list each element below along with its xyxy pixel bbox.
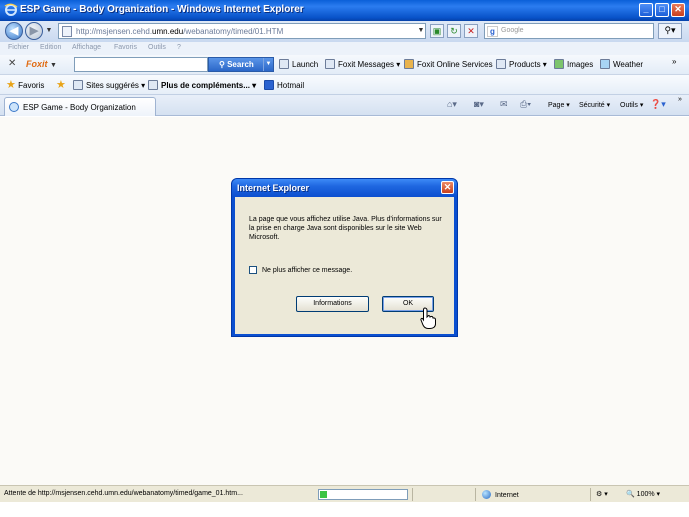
- stop-icon[interactable]: ✕: [464, 24, 478, 38]
- print-icon[interactable]: ⎙▾: [520, 99, 531, 110]
- maximize-button[interactable]: □: [655, 3, 669, 17]
- menu-help[interactable]: ?: [177, 44, 181, 51]
- internet-explorer-icon: [4, 3, 18, 16]
- tab-label: ESP Game - Body Organization: [23, 103, 136, 112]
- launch-button[interactable]: Launch: [279, 59, 318, 69]
- zoom-level[interactable]: 🔍 100% ▾: [626, 490, 660, 498]
- foxit-toolbar: ✕ Foxit ▼ ⚲ Search ▼ Launch Foxit Messag…: [0, 55, 689, 75]
- home-icon[interactable]: ⌂▾: [447, 99, 457, 110]
- page-menu[interactable]: Page ▾: [548, 101, 570, 109]
- hotmail-button[interactable]: Hotmail: [264, 80, 304, 90]
- foxit-online-services-button[interactable]: Foxit Online Services: [404, 59, 493, 69]
- address-toolbar: ◀ ▶ ▼ http://msjensen.cehd.umn.edu/weban…: [0, 21, 689, 42]
- tab-bar: ESP Game - Body Organization ⌂▾ ◙▾ ✉ ⎙▾ …: [0, 95, 689, 116]
- dont-show-checkbox[interactable]: [249, 266, 257, 274]
- status-text: Attente de http://msjensen.cehd.umn.edu/…: [4, 490, 243, 497]
- forward-button[interactable]: ▶: [25, 22, 43, 40]
- address-dropdown-icon[interactable]: ▼: [416, 24, 426, 38]
- close-window-button[interactable]: ✕: [671, 3, 685, 17]
- images-icon: [554, 59, 564, 69]
- window-title: ESP Game - Body Organization - Windows I…: [20, 4, 304, 15]
- feeds-icon[interactable]: ◙▾: [474, 99, 484, 110]
- online-services-icon: [404, 59, 414, 69]
- hand-cursor-icon: [420, 307, 436, 329]
- weather-icon: [600, 59, 610, 69]
- page-load-progress: [318, 489, 408, 500]
- favorites-star-icon: ★: [6, 79, 16, 91]
- dont-show-label: Ne plus afficher ce message.: [262, 267, 353, 274]
- dialog-titlebar: Internet Explorer ✕: [232, 179, 457, 197]
- foxit-messages-button[interactable]: Foxit Messages ▾: [325, 59, 400, 69]
- menu-outils[interactable]: Outils: [148, 44, 166, 51]
- favorites-button[interactable]: ★ Favoris: [6, 78, 44, 91]
- security-menu[interactable]: Sécurité ▾: [579, 101, 610, 109]
- search-placeholder: Google: [501, 27, 524, 34]
- dialog-title: Internet Explorer: [237, 183, 310, 193]
- globe-icon: [482, 490, 491, 499]
- mail-icon[interactable]: ✉: [500, 99, 508, 110]
- tab-esp-game[interactable]: ESP Game - Body Organization: [4, 97, 156, 116]
- refresh-icon[interactable]: ↻: [447, 24, 461, 38]
- address-bar[interactable]: http://msjensen.cehd.umn.edu/webanatomy/…: [58, 23, 426, 39]
- menu-favoris[interactable]: Favoris: [114, 44, 137, 51]
- status-divider: [590, 488, 591, 501]
- toolbar-overflow-icon[interactable]: »: [672, 57, 676, 66]
- progress-fill: [320, 491, 327, 498]
- compatibility-icon[interactable]: ▣: [430, 24, 444, 38]
- minimize-button[interactable]: _: [639, 3, 653, 17]
- help-icon[interactable]: ❓▾: [650, 99, 666, 110]
- images-button[interactable]: Images: [554, 59, 593, 69]
- back-button[interactable]: ◀: [5, 22, 23, 40]
- status-divider: [412, 488, 413, 501]
- products-icon: [496, 59, 506, 69]
- weather-button[interactable]: Weather: [600, 59, 643, 69]
- launch-icon: [279, 59, 289, 69]
- more-addons-button[interactable]: Plus de compléments... ▾: [148, 80, 256, 90]
- informations-button[interactable]: Informations: [296, 296, 369, 312]
- foxit-logo[interactable]: Foxit ▼: [26, 59, 57, 69]
- menu-fichier[interactable]: Fichier: [8, 44, 29, 51]
- close-toolbar-icon[interactable]: ✕: [8, 58, 16, 69]
- search-box[interactable]: g Google: [484, 23, 654, 39]
- search-button[interactable]: ⚲▾: [658, 23, 682, 39]
- dialog-close-button[interactable]: ✕: [441, 181, 454, 194]
- hotmail-icon: [264, 80, 274, 90]
- menu-edition[interactable]: Edition: [40, 44, 61, 51]
- status-divider: [475, 488, 476, 501]
- products-button[interactable]: Products ▾: [496, 59, 547, 69]
- page-icon: [73, 80, 83, 90]
- security-zone[interactable]: Internet: [482, 490, 519, 499]
- status-bar: Attente de http://msjensen.cehd.umn.edu/…: [0, 485, 689, 502]
- add-favorite-icon[interactable]: ★: [56, 78, 66, 91]
- tools-menu[interactable]: Outils ▾: [620, 101, 643, 109]
- command-overflow-icon[interactable]: »: [678, 96, 682, 103]
- window-titlebar: ESP Game - Body Organization - Windows I…: [0, 0, 689, 21]
- page-icon: [62, 26, 72, 37]
- foxit-search-input[interactable]: [74, 57, 208, 72]
- dialog-message: La page que vous affichez utilise Java. …: [249, 216, 442, 241]
- page-icon: [148, 80, 158, 90]
- taskbar-strip: [0, 502, 689, 517]
- messages-icon: [325, 59, 335, 69]
- menu-affichage[interactable]: Affichage: [72, 44, 101, 51]
- history-dropdown-icon[interactable]: ▼: [44, 24, 54, 38]
- menu-bar: Fichier Edition Affichage Favoris Outils…: [0, 42, 689, 55]
- protected-mode-icon[interactable]: ⚙ ▾: [596, 490, 608, 498]
- address-url: http://msjensen.cehd.umn.edu/webanatomy/…: [76, 27, 284, 36]
- suggested-sites-button[interactable]: Sites suggérés ▾: [73, 80, 145, 90]
- favorites-bar: ★ Favoris ★ Sites suggérés ▾ Plus de com…: [0, 75, 689, 95]
- google-icon: g: [487, 26, 498, 37]
- foxit-search-button[interactable]: ⚲ Search ▼: [208, 57, 274, 72]
- loading-icon: [9, 102, 19, 112]
- search-dropdown-icon[interactable]: ▼: [263, 58, 273, 71]
